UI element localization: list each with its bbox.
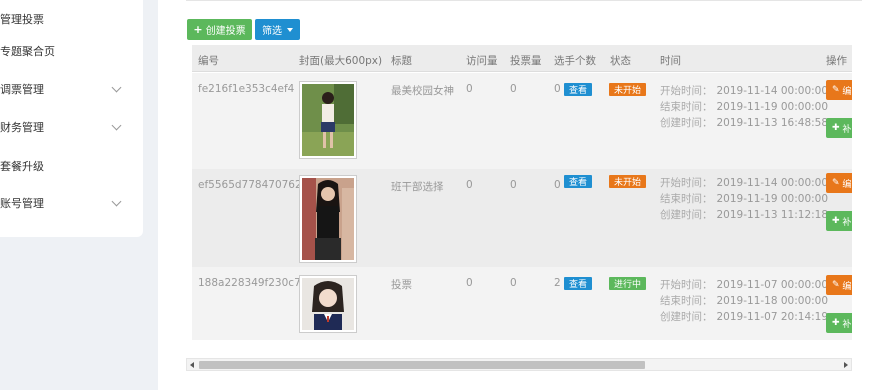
sidebar-item-label: 调票管理 [0, 83, 44, 96]
col-header-cover: 封面(最大600px) [299, 55, 383, 67]
edit-icon: ✎ [832, 178, 840, 188]
visits-count: 0 [466, 277, 473, 289]
table-row: ef5565d778470762 班干部选择 0 0 0 查看 未开始 开始时间… [192, 169, 852, 267]
plus-icon: + [193, 23, 203, 36]
horizontal-scrollbar[interactable] [186, 358, 852, 371]
col-header-title: 标题 [391, 55, 412, 67]
col-header-visits: 访问量 [466, 55, 498, 67]
edit-icon: ✎ [832, 85, 840, 95]
scrollbar-thumb[interactable] [199, 361, 645, 369]
votes-table: 编号 封面(最大600px) 标题 访问量 投票量 选手个数 状态 时间 操作 … [192, 45, 852, 340]
candidates-count: 0 [554, 179, 561, 191]
supplement-button[interactable]: ✚ 补 [826, 118, 852, 138]
created-time: 创建时间： 2019-11-13 11:12:18 [660, 209, 829, 221]
supplement-button[interactable]: ✚ 补 [826, 313, 852, 333]
sidebar-item-finance[interactable]: 财务管理 [0, 108, 124, 146]
created-time: 创建时间： 2019-11-13 16:48:58 [660, 117, 829, 129]
divider [186, 0, 862, 1]
table-header: 编号 封面(最大600px) 标题 访问量 投票量 选手个数 状态 时间 操作 [192, 45, 852, 72]
sidebar-item-label: 财务管理 [0, 121, 44, 134]
col-header-status: 状态 [610, 55, 631, 67]
status-badge: 未开始 [609, 83, 647, 96]
sidebar-item-account[interactable]: 账号管理 [0, 184, 124, 222]
cover-image[interactable] [299, 175, 357, 263]
visits-count: 0 [466, 179, 473, 191]
col-header-time: 时间 [660, 55, 681, 67]
caret-down-icon [287, 27, 293, 32]
sidebar-item-plan-upgrade[interactable]: 套餐升级 [0, 147, 124, 185]
gift-icon: ✚ [832, 216, 840, 226]
gift-icon: ✚ [832, 318, 840, 328]
vote-id: ef5565d778470762 [198, 179, 302, 191]
portrait-photo [302, 278, 354, 330]
start-time: 开始时间： 2019-11-14 00:00:00 [660, 85, 829, 97]
start-time: 开始时间： 2019-11-07 00:00:00 [660, 279, 829, 291]
col-header-actions: 操作 [826, 55, 847, 67]
sidebar-item-label: 账号管理 [0, 197, 44, 210]
scroll-left-icon[interactable] [190, 362, 194, 368]
chevron-down-icon [111, 120, 122, 130]
status-badge: 进行中 [609, 277, 647, 290]
candidates-count: 0 [554, 83, 561, 95]
start-time: 开始时间： 2019-11-14 00:00:00 [660, 177, 829, 189]
view-candidates-button[interactable]: 查看 [564, 277, 593, 290]
sidebar: 管理投票 专题聚合页 调票管理 财务管理 套餐升级 账号管理 [0, 0, 143, 237]
create-vote-button[interactable]: + 创建投票 [187, 19, 252, 40]
end-time: 结束时间： 2019-11-19 00:00:00 [660, 101, 829, 113]
scroll-right-icon[interactable] [844, 362, 848, 368]
create-vote-label: 创建投票 [205, 26, 246, 37]
view-candidates-button[interactable]: 查看 [564, 175, 593, 188]
vote-title: 最美校园女神 [391, 85, 454, 97]
filter-label: 筛选 [262, 26, 282, 37]
col-header-votes: 投票量 [510, 55, 542, 67]
end-time: 结束时间： 2019-11-18 00:00:00 [660, 295, 829, 307]
vote-id: 188a228349f230c7 [198, 277, 301, 289]
table-row: 188a228349f230c7 投票 0 0 2 查看 进行中 开始时间： 20… [192, 267, 852, 340]
end-time: 结束时间： 2019-11-19 00:00:00 [660, 193, 829, 205]
candidates-count: 2 [554, 277, 561, 289]
sidebar-item-label: 专题聚合页 [0, 45, 55, 58]
col-header-id: 编号 [198, 55, 219, 67]
portrait-photo [302, 84, 354, 156]
votes-count: 0 [510, 83, 517, 95]
view-candidates-button[interactable]: 查看 [564, 83, 593, 96]
chevron-down-icon [111, 82, 122, 92]
sidebar-item-topic-pages[interactable]: 专题聚合页 [0, 32, 124, 70]
filter-button[interactable]: 筛选 [255, 19, 300, 40]
visits-count: 0 [466, 83, 473, 95]
sidebar-item-label: 管理投票 [0, 13, 44, 26]
created-time: 创建时间： 2019-11-07 20:14:19 [660, 311, 829, 323]
cover-image[interactable] [299, 275, 357, 333]
vote-title: 班干部选择 [391, 181, 444, 193]
table-row: fe216f1e353c4ef4 最美校园女神 0 0 0 查看 未开始 开始时… [192, 73, 852, 169]
vote-id: fe216f1e353c4ef4 [198, 83, 295, 95]
chevron-down-icon [111, 196, 122, 206]
edit-button[interactable]: ✎ 编 [826, 275, 852, 295]
gift-icon: ✚ [832, 123, 840, 133]
edit-icon: ✎ [832, 280, 840, 290]
portrait-photo [302, 178, 354, 260]
edit-button[interactable]: ✎ 编 [826, 173, 852, 193]
sidebar-item-label: 套餐升级 [0, 160, 44, 173]
edit-button[interactable]: ✎ 编 [826, 80, 852, 100]
status-badge: 未开始 [609, 175, 647, 188]
supplement-button[interactable]: ✚ 补 [826, 211, 852, 231]
cover-image[interactable] [299, 81, 357, 159]
vote-title: 投票 [391, 279, 412, 291]
col-header-candidates: 选手个数 [554, 55, 596, 67]
votes-count: 0 [510, 179, 517, 191]
sidebar-item-vote-adjust[interactable]: 调票管理 [0, 70, 124, 108]
votes-count: 0 [510, 277, 517, 289]
